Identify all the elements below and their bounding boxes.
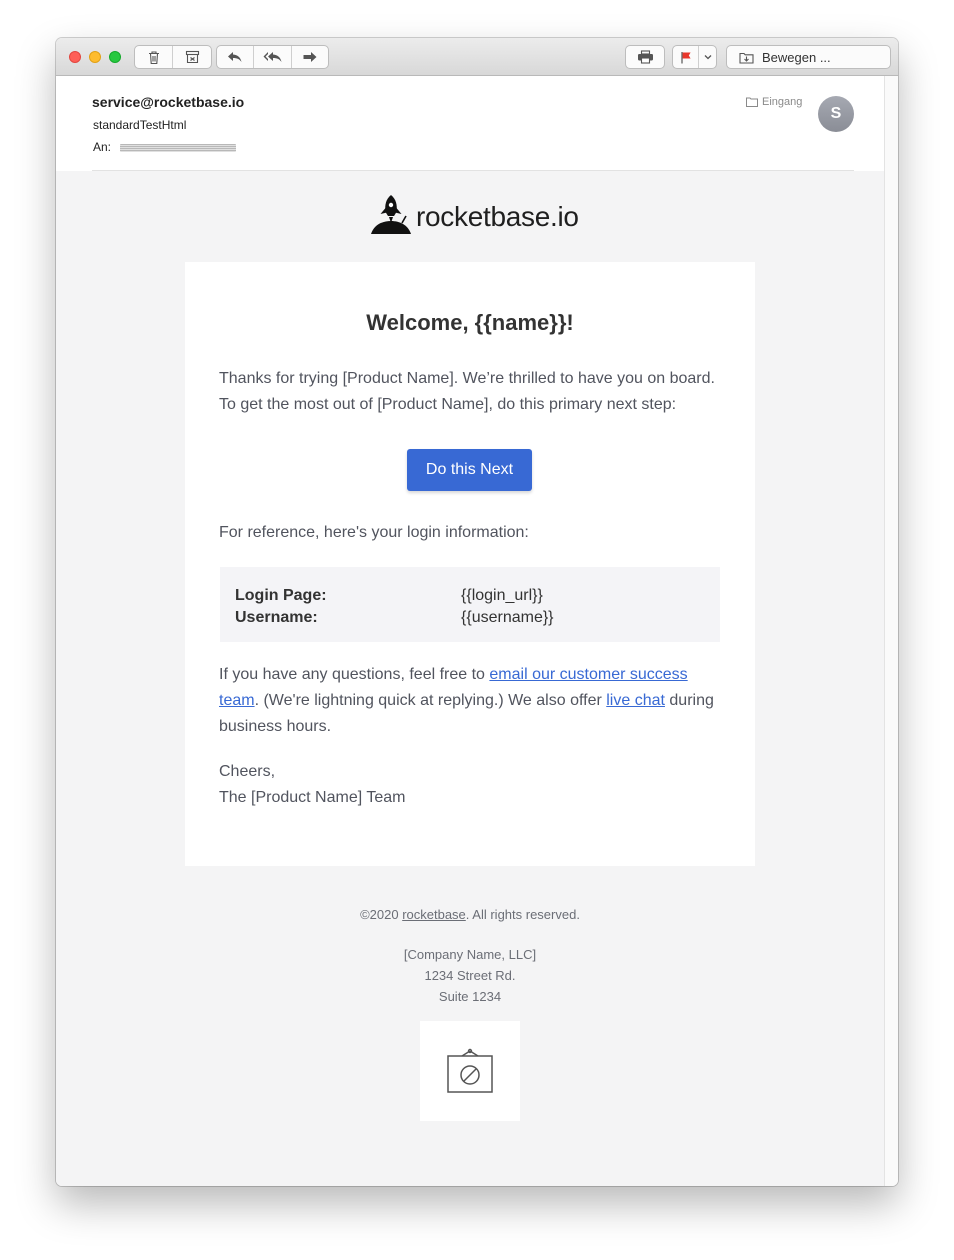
forward-icon <box>303 52 317 62</box>
questions-text-start: If you have any questions, feel free to <box>219 666 490 683</box>
flag-button[interactable] <box>673 46 699 68</box>
blocked-image-icon <box>447 1048 493 1093</box>
copyright-prefix: ©2020 <box>360 907 403 922</box>
recipient-label: An: <box>93 140 112 154</box>
flag-menu-button[interactable] <box>699 46 716 68</box>
brand-logo[interactable]: rocketbase.io <box>370 193 579 235</box>
login-page-label: Login Page: <box>235 587 327 604</box>
signature: The [Product Name] Team <box>219 789 406 806</box>
company-name: [Company Name, LLC] <box>403 947 537 962</box>
close-window-button[interactable] <box>69 51 81 63</box>
reply-button[interactable] <box>217 46 254 68</box>
print-group <box>625 45 665 69</box>
move-group: Bewegen ... <box>726 45 891 69</box>
username-row: Username: {{username}} <box>235 609 554 627</box>
copyright-line: ©2020 rocketbase. All rights reserved. <box>56 907 884 922</box>
intro-paragraph: Thanks for trying [Product Name]. We’re … <box>219 370 715 413</box>
email-body: rocketbase.io Welcome, {{name}}! Thanks … <box>56 171 884 1186</box>
toolbar: Bewegen ... <box>56 38 898 76</box>
mailbox-indicator: Eingang <box>746 96 802 108</box>
zoom-window-button[interactable] <box>109 51 121 63</box>
move-to-folder-icon <box>739 52 754 64</box>
folder-icon <box>746 97 758 107</box>
delete-button[interactable] <box>135 46 173 68</box>
archive-button[interactable] <box>173 46 211 68</box>
chevron-down-icon <box>704 55 711 60</box>
welcome-heading: Welcome, {{name}}! <box>366 310 574 335</box>
reply-icon <box>228 52 242 62</box>
sender-address[interactable]: service@rocketbase.io <box>92 94 244 110</box>
questions-paragraph: If you have any questions, feel free to … <box>219 662 724 740</box>
reply-group <box>216 45 329 69</box>
live-chat-link[interactable]: live chat <box>606 692 665 709</box>
broken-image-placeholder <box>420 1021 520 1121</box>
copyright-suffix: . All rights reserved. <box>465 907 580 922</box>
minimize-window-button[interactable] <box>89 51 101 63</box>
forward-button[interactable] <box>292 46 328 68</box>
username-value: {{username}} <box>461 609 554 626</box>
suite-address: Suite 1234 <box>438 989 502 1004</box>
message-subject: standardTestHtml <box>93 118 187 132</box>
signoff-block: Cheers, The [Product Name] Team <box>219 759 724 811</box>
login-info-box: Login Page: {{login_url}} Username: {{us… <box>220 567 720 642</box>
login-page-value: {{login_url}} <box>461 587 543 604</box>
username-label: Username: <box>235 609 318 626</box>
recipient-redacted <box>120 144 236 152</box>
print-button[interactable] <box>626 46 664 68</box>
mail-window: Bewegen ... service@rocketbase.io standa… <box>56 38 898 1186</box>
logo-wordmark: rocketbase.io <box>416 201 579 232</box>
street-address: 1234 Street Rd. <box>424 968 516 983</box>
flag-group <box>672 45 717 69</box>
flag-icon <box>680 51 691 63</box>
rocketbase-link[interactable]: rocketbase <box>402 907 466 922</box>
rocket-icon <box>371 195 411 234</box>
archive-icon <box>185 50 199 64</box>
mailbox-name: Eingang <box>762 96 803 108</box>
move-button-label: Bewegen ... <box>762 49 831 65</box>
sender-avatar: S <box>818 96 854 132</box>
message-header: service@rocketbase.io standardTestHtml A… <box>56 76 884 171</box>
questions-text-middle: . (We're lightning quick at replying.) W… <box>254 692 607 709</box>
trash-icon <box>148 50 159 64</box>
reply-all-icon <box>263 52 281 62</box>
move-button[interactable]: Bewegen ... <box>727 46 890 68</box>
email-card: Welcome, {{name}}! Thanks for trying [Pr… <box>185 262 755 866</box>
company-address: [Company Name, LLC] 1234 Street Rd. Suit… <box>56 944 884 1007</box>
print-icon <box>637 50 653 64</box>
do-this-next-button[interactable]: Do this Next <box>407 449 532 491</box>
delete-archive-group <box>134 45 212 69</box>
login-page-row: Login Page: {{login_url}} <box>235 587 543 605</box>
signoff: Cheers, <box>219 763 276 780</box>
reference-paragraph: For reference, here's your login informa… <box>219 524 529 541</box>
reply-all-button[interactable] <box>254 46 292 68</box>
scrollbar[interactable] <box>884 76 898 1186</box>
